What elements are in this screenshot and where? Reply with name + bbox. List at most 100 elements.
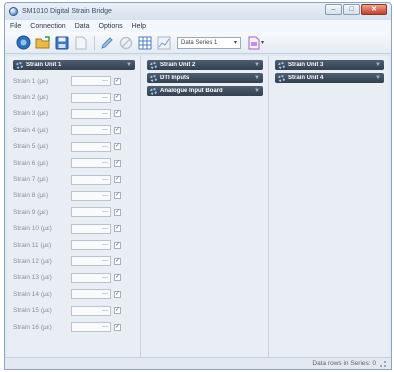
window-controls: – □ ✕ [325, 4, 387, 15]
strain-enable-checkbox[interactable]: ✓ [114, 257, 121, 265]
open-button[interactable] [34, 34, 51, 51]
strain-value-field[interactable]: --- [71, 305, 111, 316]
strain-value-field[interactable]: --- [71, 240, 111, 251]
strain-enable-checkbox[interactable]: ✓ [114, 208, 121, 216]
menu-data[interactable]: Data [75, 23, 90, 30]
strain-row-5: Strain 5 (µε) --- ✓ [13, 139, 135, 155]
strain-label: Strain 9 (µε) [13, 208, 49, 216]
group-header-strain-unit-1[interactable]: Strain Unit 1 ▼ [13, 60, 135, 70]
stop-button[interactable] [117, 34, 134, 51]
export-menu-button[interactable]: ▾ [248, 36, 264, 50]
strain-value-field[interactable]: --- [71, 289, 111, 300]
strain-label: Strain 2 (µε) [13, 94, 49, 102]
strain-row-16: Strain 16 (µε) --- ✓ [13, 319, 135, 335]
strain-enable-checkbox[interactable]: ✓ [114, 323, 121, 331]
group-title: DTI Inputs [160, 75, 190, 81]
collapse-icon[interactable]: ▼ [126, 62, 132, 68]
strain-row-12: Strain 12 (µε) --- ✓ [13, 253, 135, 269]
strain-row-2: Strain 2 (µε) --- ✓ [13, 89, 135, 105]
strain-label: Strain 11 (µε) [13, 241, 52, 249]
strain-enable-checkbox[interactable]: ✓ [114, 159, 121, 167]
strain-enable-checkbox[interactable]: ✓ [114, 110, 121, 118]
strain-value-field[interactable]: --- [71, 322, 111, 333]
strain-value-field[interactable]: --- [71, 272, 111, 283]
strain-row-1: Strain 1 (µε) --- ✓ [13, 73, 135, 89]
toolbar-separator [94, 35, 95, 50]
strain-value-field[interactable]: --- [71, 174, 111, 185]
strain-row-15: Strain 15 (µε) --- ✓ [13, 302, 135, 318]
group-title: Strain Unit 3 [288, 62, 324, 68]
document-icon [75, 36, 86, 49]
strain-label: Strain 12 (µε) [13, 257, 52, 265]
group-header-strain-unit-2[interactable]: Strain Unit 2 ▼ [147, 60, 263, 70]
window-title: SM1010 Digital Strain Bridge [22, 8, 112, 15]
group-header-strain-unit-4[interactable]: Strain Unit 4 ▼ [275, 73, 384, 83]
chevron-down-icon: ▾ [261, 40, 265, 46]
collapse-icon[interactable]: ▼ [375, 62, 381, 68]
strain-enable-checkbox[interactable]: ✓ [114, 274, 121, 282]
strain-value-field[interactable]: --- [71, 256, 111, 267]
new-document-button[interactable] [72, 34, 89, 51]
status-bar: Data rows in Series: 0 [5, 357, 391, 369]
strain-label: Strain 15 (µε) [13, 307, 52, 315]
menu-file[interactable]: File [10, 23, 21, 30]
menu-help[interactable]: Help [132, 23, 146, 30]
strain-row-11: Strain 11 (µε) --- ✓ [13, 237, 135, 253]
strain-value-field[interactable]: --- [71, 223, 111, 234]
save-button[interactable] [53, 34, 70, 51]
collapse-icon[interactable]: ▼ [254, 88, 260, 94]
gear-icon [16, 61, 23, 69]
group-header-dti-inputs[interactable]: DTI Inputs ▼ [147, 73, 263, 83]
strain-enable-checkbox[interactable]: ✓ [114, 290, 121, 298]
strain-value-field[interactable]: --- [71, 76, 111, 87]
resize-grip-icon[interactable] [380, 360, 386, 367]
close-button[interactable]: ✕ [361, 4, 387, 15]
strain-enable-checkbox[interactable]: ✓ [114, 192, 121, 200]
chart-view-button[interactable] [155, 34, 172, 51]
collapse-icon[interactable]: ▼ [254, 62, 260, 68]
strain-enable-checkbox[interactable]: ✓ [114, 143, 121, 151]
strain-enable-checkbox[interactable]: ✓ [114, 307, 121, 315]
strain-row-10: Strain 10 (µε) --- ✓ [13, 221, 135, 237]
strain-value-field[interactable]: --- [71, 207, 111, 218]
strain-value-field[interactable]: --- [71, 125, 111, 136]
connect-button[interactable] [15, 34, 32, 51]
strain-label: Strain 13 (µε) [13, 274, 52, 282]
edit-button[interactable] [98, 34, 115, 51]
strain-value-field[interactable]: --- [71, 158, 111, 169]
strain-value-field[interactable]: --- [71, 190, 111, 201]
menu-options[interactable]: Options [99, 23, 123, 30]
gear-icon [278, 61, 285, 69]
column-3: Strain Unit 3 ▼ Strain Unit 4 ▼ [269, 56, 389, 357]
data-series-select[interactable]: Data Series 1 ▾ [177, 36, 241, 49]
strain-row-8: Strain 8 (µε) --- ✓ [13, 188, 135, 204]
collapse-icon[interactable]: ▼ [254, 75, 260, 81]
group-title: Strain Unit 1 [26, 62, 62, 68]
maximize-button[interactable]: □ [343, 4, 360, 15]
no-entry-icon [119, 36, 132, 49]
minimize-button[interactable]: – [325, 4, 342, 15]
title-bar[interactable]: SM1010 Digital Strain Bridge – □ ✕ [5, 3, 391, 20]
strain-enable-checkbox[interactable]: ✓ [114, 176, 121, 184]
strain-enable-checkbox[interactable]: ✓ [114, 225, 121, 233]
strain-value-field[interactable]: --- [71, 141, 111, 152]
table-view-button[interactable] [136, 34, 153, 51]
group-header-strain-unit-3[interactable]: Strain Unit 3 ▼ [275, 60, 384, 70]
strain-label: Strain 6 (µε) [13, 159, 49, 167]
menu-connection[interactable]: Connection [30, 23, 65, 30]
group-header-analogue-input-board[interactable]: Analogue Input Board ▼ [147, 86, 263, 96]
strain-enable-checkbox[interactable]: ✓ [114, 77, 121, 85]
collapse-icon[interactable]: ▼ [375, 75, 381, 81]
strain-label: Strain 16 (µε) [13, 323, 52, 331]
chart-icon [157, 36, 170, 49]
strain-row-4: Strain 4 (µε) --- ✓ [13, 122, 135, 138]
strain-value-field[interactable]: --- [71, 92, 111, 103]
strain-label: Strain 5 (µε) [13, 143, 49, 151]
strain-enable-checkbox[interactable]: ✓ [114, 94, 121, 102]
group-title: Analogue Input Board [160, 88, 223, 94]
toolbar: Data Series 1 ▾ ▾ [5, 32, 391, 54]
app-icon [9, 7, 18, 16]
strain-enable-checkbox[interactable]: ✓ [114, 126, 121, 134]
strain-enable-checkbox[interactable]: ✓ [114, 241, 121, 249]
strain-value-field[interactable]: --- [71, 108, 111, 119]
